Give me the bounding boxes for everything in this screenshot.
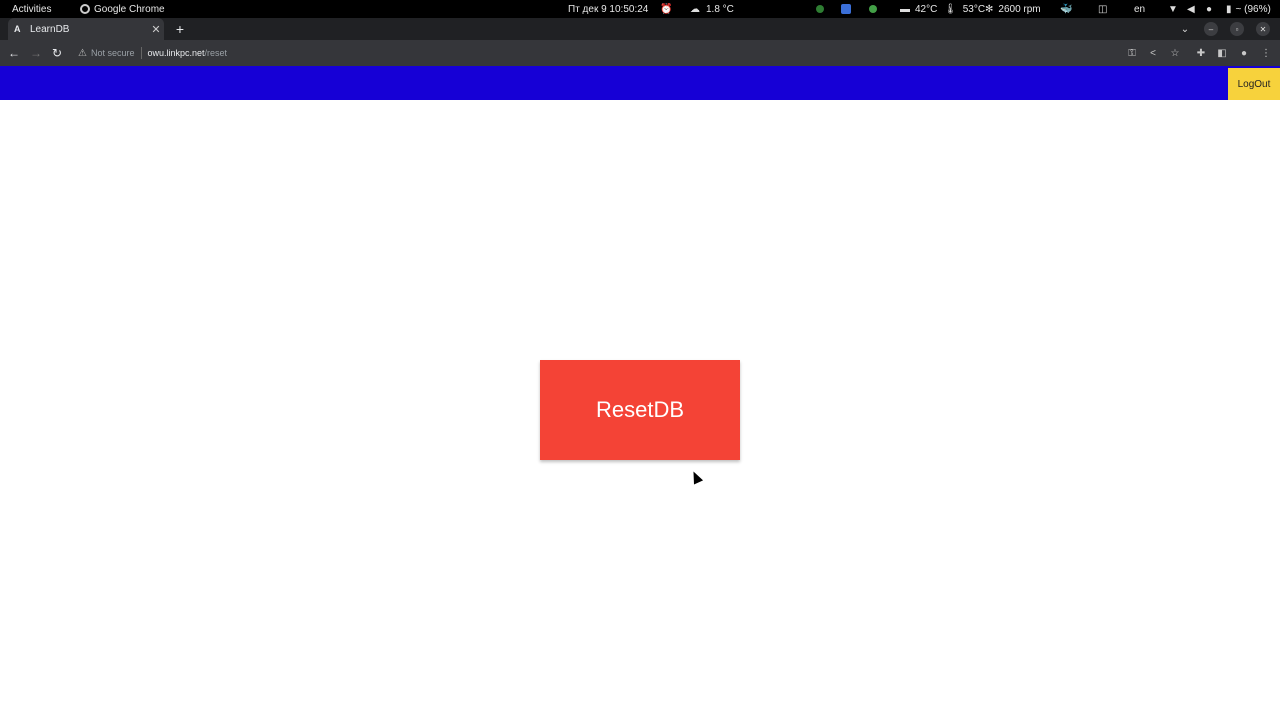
clock[interactable]: Пт дек 9 10:50:24 [568,0,648,18]
gpu-temp: 53°C [962,3,986,15]
reset-db-button[interactable]: ResetDB [540,360,740,460]
tab-search-icon[interactable]: ⌄ [1178,22,1192,36]
logout-button[interactable]: LogOut [1228,68,1280,100]
security-status: Not secure [90,48,135,58]
browser-toolbar: ← → ↻ ⚠ Not secure owu.linkpc.net /reset… [0,40,1280,66]
gpu-indicator[interactable]: 🌡 53°C [944,0,985,18]
menu-kebab-icon[interactable]: ⋮ [1258,45,1274,61]
weather-icon: ☁ [690,3,700,15]
shield-icon[interactable] [869,0,877,18]
volume-icon[interactable]: ◀ [1187,0,1195,18]
tab-strip: A LearnDB ✕ + ⌄ – ▫ ✕ [0,18,1280,40]
mouse-cursor-icon [688,469,704,485]
docker-icon[interactable]: 🐳 [1060,0,1072,18]
share-icon[interactable]: < [1145,45,1161,61]
maximize-icon[interactable]: ▫ [1230,22,1244,36]
battery-icon: ▮ [1226,3,1232,15]
url-host: owu.linkpc.net [147,48,205,58]
url-path: /reset [204,48,228,58]
battery-indicator[interactable]: ▮ ~ (96%) [1226,0,1271,18]
chip-icon: ▬ [900,3,910,15]
weather-temp: 1.8 °C [706,3,734,15]
side-panel-icon[interactable]: ◧ [1214,45,1230,61]
address-bar[interactable]: ⚠ Not secure owu.linkpc.net /reset [74,43,1124,63]
close-tab-icon[interactable]: ✕ [148,23,164,36]
reload-icon[interactable]: ↻ [49,45,65,61]
wifi-icon[interactable]: ▼ [1168,0,1178,18]
key-icon[interactable]: ⚿ [1124,45,1140,61]
tray-icon-green[interactable] [816,0,824,18]
screenshot-icon[interactable]: ◫ [1098,0,1107,18]
back-icon[interactable]: ← [6,45,22,61]
tab-favicon: A [14,24,21,34]
microphone-icon[interactable]: ● [1206,0,1212,18]
forward-icon[interactable]: → [28,45,44,61]
app-menu[interactable]: Google Chrome [80,0,165,18]
weather-indicator[interactable]: ☁ 1.8 °C [690,0,734,18]
extensions-icon[interactable]: ✚ [1193,45,1209,61]
app-name: Google Chrome [94,3,165,15]
cpu-indicator[interactable]: ▬ 42°C [900,0,937,18]
tab-title: LearnDB [30,23,70,35]
tray-icon-blue[interactable] [841,0,851,18]
fan-speed: 2600 rpm [998,3,1041,15]
warning-icon: ⚠ [78,47,87,59]
new-tab-button[interactable]: + [172,20,188,38]
alarm-icon: ⏰ [660,3,673,15]
cpu-temp: 42°C [915,3,938,15]
fan-icon: ✻ [985,3,994,15]
profile-avatar-icon[interactable]: ● [1236,45,1252,61]
activities-button[interactable]: Activities [12,0,51,18]
fan-indicator[interactable]: ✻ 2600 rpm [985,0,1041,18]
thermometer-icon: 🌡 [944,3,957,15]
divider [140,47,142,59]
bookmark-star-icon[interactable]: ☆ [1167,45,1183,61]
tab-learndb[interactable]: A LearnDB ✕ [8,18,164,40]
chrome-icon [80,4,90,14]
app-header [0,66,1280,100]
minimize-icon[interactable]: – [1204,22,1218,36]
os-top-bar: Activities Google Chrome Пт дек 9 10:50:… [0,0,1280,18]
language-indicator[interactable]: en [1134,0,1145,18]
battery-level: ~ (96%) [1235,3,1271,15]
page-content: LogOut ResetDB [0,66,1280,720]
close-window-icon[interactable]: ✕ [1256,22,1270,36]
